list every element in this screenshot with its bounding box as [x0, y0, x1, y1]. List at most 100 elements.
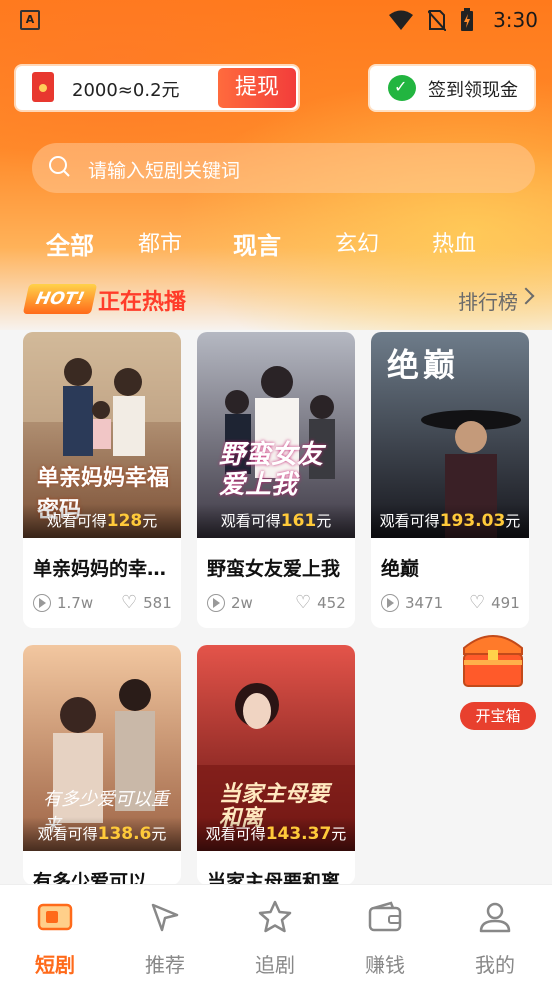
- search-icon: [49, 156, 70, 177]
- battery-charging-icon: [461, 8, 473, 31]
- play-count: 1.7w: [33, 594, 93, 612]
- reward-prefix: 观看可得: [205, 825, 266, 843]
- signin-cash-button[interactable]: 签到领现金: [370, 66, 534, 110]
- play-icon: [207, 594, 225, 612]
- reward-unit: 元: [331, 825, 347, 843]
- reward-amount: 128: [106, 511, 143, 531]
- drama-title: 绝巅: [381, 558, 420, 580]
- heart-icon: ♡: [469, 592, 486, 613]
- reward-unit: 元: [316, 512, 332, 530]
- drama-poster[interactable]: 当家主母要和离 观看可得143.37元: [197, 645, 355, 851]
- signin-label: 签到领现金: [428, 80, 518, 101]
- tab-label: 短剧: [35, 953, 75, 977]
- category-tab-fantasy[interactable]: 玄幻: [335, 226, 379, 258]
- play-count: 2w: [207, 594, 253, 612]
- drama-card[interactable]: 野蛮女友爱上我 观看可得161元 野蛮女友爱上我 2w ♡ 452: [197, 332, 355, 628]
- cursor-icon: [151, 903, 179, 932]
- open-treasure-button[interactable]: 开宝箱: [460, 702, 536, 730]
- reward-prefix: 观看可得: [379, 512, 440, 530]
- tab-following[interactable]: 追剧: [240, 899, 310, 978]
- play-count: 3471: [381, 594, 443, 612]
- hot-badge: HOT!: [22, 284, 98, 314]
- clock: 3:30: [493, 8, 538, 32]
- reward-unit: 元: [142, 512, 158, 530]
- reward-label: 观看可得128元: [23, 504, 181, 538]
- drama-poster[interactable]: 有多少爱可以重来 观看可得138.6元: [23, 645, 181, 851]
- star-icon: [258, 900, 292, 933]
- hot-section-header: HOT! 正在热播 排行榜: [0, 282, 552, 316]
- category-tabs: 全部 都市 现言 玄幻 热血: [0, 226, 552, 266]
- category-tab-romance[interactable]: 现言: [233, 226, 281, 261]
- poster-title-text: 野蛮女友爱上我: [219, 440, 324, 500]
- reward-amount: 143.37: [265, 824, 332, 844]
- app-notification-icon: A: [20, 10, 40, 30]
- drama-card[interactable]: 当家主母要和离 观看可得143.37元 当家主母要和离: [197, 645, 355, 885]
- like-count-value: 491: [491, 594, 520, 612]
- red-packet-icon: [32, 72, 54, 102]
- play-icon: [381, 594, 399, 612]
- tab-short-drama[interactable]: 短剧: [20, 899, 90, 978]
- section-title: 正在热播: [98, 290, 187, 315]
- drama-title: 单亲妈妈的幸福妈妈: [33, 558, 175, 580]
- category-tab-action[interactable]: 热血: [432, 226, 476, 258]
- tab-label: 推荐: [145, 953, 185, 977]
- like-count-value: 452: [317, 594, 346, 612]
- no-sim-icon: [428, 10, 446, 31]
- chevron-right-icon[interactable]: [517, 287, 535, 305]
- reward-label: 观看可得193.03元: [371, 504, 529, 538]
- reward-amount: 193.03: [439, 511, 506, 531]
- tab-profile[interactable]: 我的: [460, 899, 530, 978]
- reward-prefix: 观看可得: [46, 512, 107, 530]
- drama-poster[interactable]: 单亲妈妈幸福密码 观看可得128元: [23, 332, 181, 538]
- search-placeholder: 请输入短剧关键词: [88, 160, 241, 182]
- tab-recommend[interactable]: 推荐: [130, 899, 200, 978]
- coin-balance-text: 2000≈0.2元: [72, 80, 180, 101]
- wallet-icon: [368, 901, 402, 932]
- reward-prefix: 观看可得: [220, 512, 281, 530]
- drama-poster[interactable]: 野蛮女友爱上我 观看可得161元: [197, 332, 355, 538]
- tab-label: 我的: [475, 953, 515, 977]
- treasure-chest-icon[interactable]: [458, 624, 528, 690]
- drama-title: 有多少爱可以重来: [33, 871, 175, 885]
- like-count[interactable]: ♡ 452: [295, 592, 346, 613]
- reward-label: 观看可得161元: [197, 504, 355, 538]
- reward-unit: 元: [505, 512, 521, 530]
- drama-title: 野蛮女友爱上我: [207, 558, 341, 580]
- search-bar[interactable]: 请输入短剧关键词: [32, 143, 535, 193]
- drama-card[interactable]: 有多少爱可以重来 观看可得138.6元 有多少爱可以重来: [23, 645, 181, 885]
- tab-earn-money[interactable]: 赚钱: [350, 899, 420, 978]
- like-count[interactable]: ♡ 491: [469, 592, 520, 613]
- status-bar: A 3:30: [0, 0, 552, 40]
- drama-poster[interactable]: 绝巅 观看可得193.03元: [371, 332, 529, 538]
- ranking-link[interactable]: 排行榜: [458, 286, 518, 315]
- play-count-value: 3471: [405, 594, 444, 612]
- tv-icon: [37, 903, 73, 931]
- coin-balance-box[interactable]: 2000≈0.2元 提现: [16, 66, 298, 110]
- category-tab-all[interactable]: 全部: [46, 226, 94, 261]
- tab-label: 追剧: [255, 953, 295, 977]
- tab-label: 赚钱: [365, 953, 405, 977]
- like-count[interactable]: ♡ 581: [121, 592, 172, 613]
- category-tab-urban[interactable]: 都市: [138, 226, 182, 258]
- reward-unit: 元: [151, 825, 167, 843]
- play-icon: [33, 594, 51, 612]
- reward-label: 观看可得143.37元: [197, 817, 355, 851]
- heart-icon: ♡: [121, 592, 138, 613]
- drama-title: 当家主母要和离: [207, 871, 341, 885]
- drama-card[interactable]: 绝巅 观看可得193.03元 绝巅 3471 ♡ 491: [371, 332, 529, 628]
- status-icons: [388, 8, 474, 32]
- withdraw-button[interactable]: 提现: [218, 68, 296, 108]
- bottom-tab-bar: 短剧 推荐 追剧 赚钱 我的: [0, 884, 552, 984]
- user-icon: [479, 902, 511, 933]
- heart-icon: ♡: [295, 592, 312, 613]
- reward-amount: 138.6: [97, 824, 152, 844]
- like-count-value: 581: [143, 594, 172, 612]
- play-count-value: 1.7w: [57, 594, 94, 612]
- reward-prefix: 观看可得: [37, 825, 98, 843]
- reward-amount: 161: [280, 511, 317, 531]
- drama-card[interactable]: 单亲妈妈幸福密码 观看可得128元 单亲妈妈的幸福妈妈 1.7w ♡ 581: [23, 332, 181, 628]
- poster-title-text: 绝巅: [387, 346, 460, 384]
- play-count-value: 2w: [231, 594, 253, 612]
- wifi-icon: [389, 10, 413, 30]
- wechat-icon: [388, 75, 416, 101]
